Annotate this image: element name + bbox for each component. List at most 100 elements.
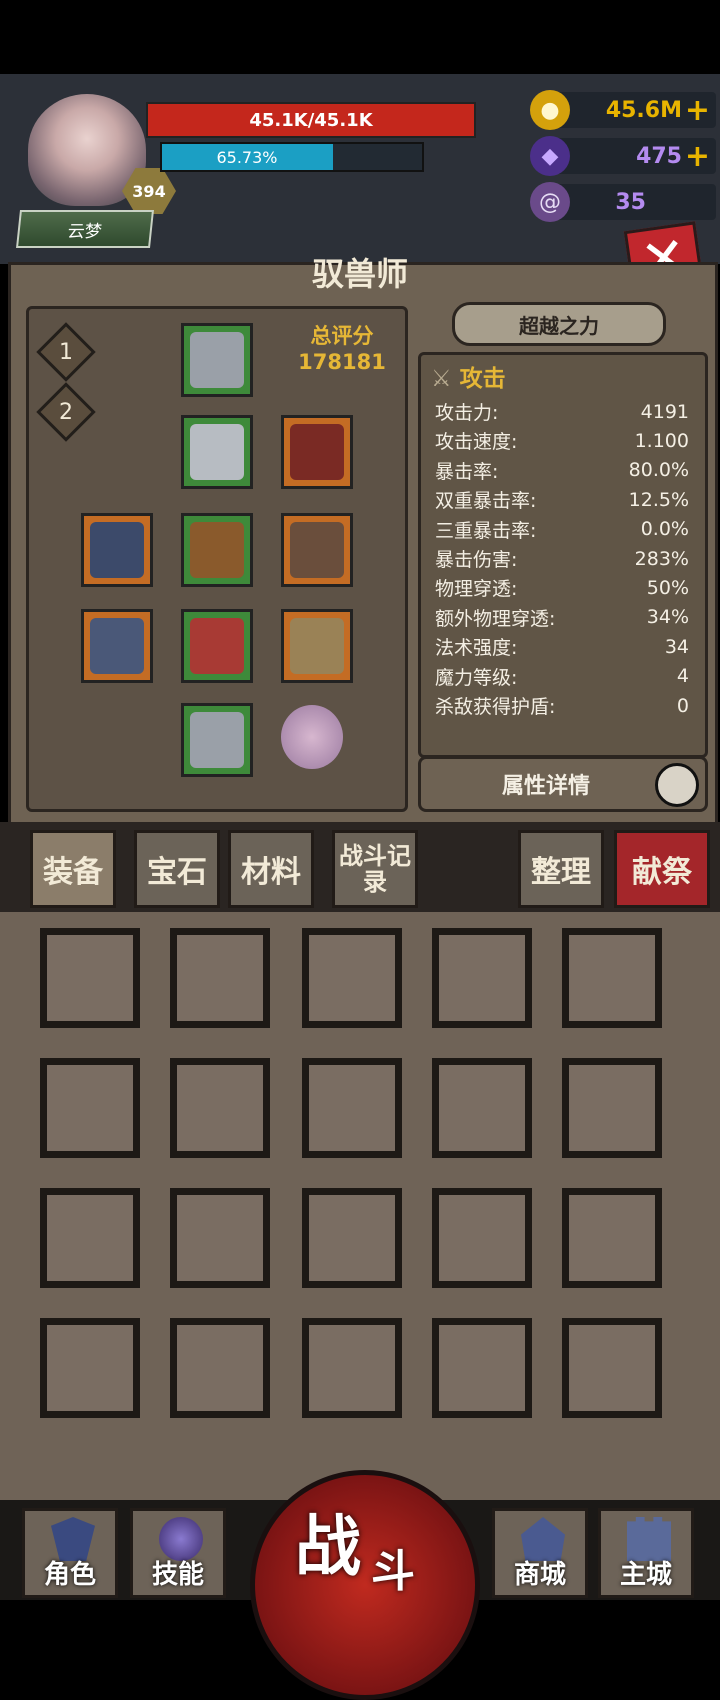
inventory-slot[interactable] [562,1188,662,1288]
crystal-icon: ◆ [530,136,570,176]
stat-row: 物理穿透: 50% [435,573,689,602]
offhand-slot[interactable] [281,609,353,683]
stat-label: 三重暴击率: [435,519,537,542]
stat-label: 物理穿透: [435,578,518,601]
belt-slot[interactable] [181,513,253,587]
inventory-slot[interactable] [40,1188,140,1288]
gold-value: 45.6M [605,97,682,123]
horn-counter: @ 35 [530,182,716,222]
stat-row: 法术强度: 34 [435,632,689,661]
inventory-slot[interactable] [170,1058,270,1158]
stat-label: 暴击伤害: [435,549,518,571]
stat-label: 杀敌获得护盾: [435,696,556,718]
fight-button[interactable]: 战 斗 [250,1470,480,1700]
attribute-details-button[interactable]: 属性详情 [418,756,708,812]
transcend-button[interactable]: 超越之力 [452,302,666,346]
necklace-slot[interactable] [281,513,353,587]
belt-icon [190,522,244,578]
stat-row: 暴击率: 80.0% [435,456,689,485]
stat-row: 攻击速度: 1.100 [435,426,689,455]
sort-button[interactable]: 整理 [518,830,604,908]
tab-gems[interactable]: 宝石 [134,830,220,908]
tab-equipment[interactable]: 装备 [30,830,116,908]
whip-icon [90,522,144,578]
inventory-slot[interactable] [170,1188,270,1288]
horn-value: 35 [615,189,646,215]
xp-percent: 65.73% [216,147,278,167]
nav-skills[interactable]: 技能 [130,1508,226,1598]
stat-row: 暴击伤害: 283% [435,544,689,573]
inventory-slot[interactable] [302,928,402,1028]
inventory-slot[interactable] [302,1188,402,1288]
inventory-slot[interactable] [40,1318,140,1418]
armor-icon [190,424,244,480]
stats-panel[interactable]: ⚔ 攻击 攻击力: 4191 攻击速度: 1.100 暴击率: 80.0% 双重暴击率: 12… [418,352,708,758]
stat-value: 34% [646,606,689,629]
nav-character[interactable]: 角色 [22,1508,118,1598]
search-icon [655,763,699,807]
stat-value: 80.0% [628,459,689,482]
stat-row: 魔力等级: 4 [435,662,689,691]
loadout-tab-1[interactable]: 1 [36,322,96,382]
score-label: 总评分 [310,324,374,348]
nav-skills-label: 技能 [151,1560,204,1590]
weapon-slot[interactable] [81,513,153,587]
gloves-icon [190,618,244,674]
stat-value: 0.0% [640,518,689,541]
inventory-slot[interactable] [432,1188,532,1288]
pet-slot[interactable] [281,415,353,489]
inventory-slot[interactable] [40,928,140,1028]
claw-icon [290,618,344,674]
tab-materials[interactable]: 材料 [228,830,314,908]
inventory-slot[interactable] [562,928,662,1028]
inventory-slot[interactable] [302,1058,402,1158]
loadout-tab-label: 1 [59,339,73,365]
stats-header-label: 攻击 [459,366,506,392]
stat-value: 1.100 [634,429,689,452]
crossed-swords-icon: ⚔ [431,366,452,392]
inventory-slot[interactable] [432,1058,532,1158]
gloves-slot[interactable] [181,609,253,683]
stat-label: 额外物理穿透: [435,607,556,630]
inventory-slot[interactable] [562,1318,662,1418]
stat-label: 双重暴击率: [435,490,537,513]
inventory-slot[interactable] [40,1058,140,1158]
inventory-slot[interactable] [170,1318,270,1418]
stat-value: 283% [634,547,689,570]
inventory-slot[interactable] [432,928,532,1028]
armor-slot[interactable] [181,415,253,489]
ram-horn-icon: @ [530,182,570,222]
nav-shop[interactable]: 商城 [492,1508,588,1598]
bow-icon [90,618,144,674]
sacrifice-button[interactable]: 献祭 [614,830,710,908]
stat-value: 12.5% [628,488,689,511]
loadout-tab-2[interactable]: 2 [36,382,96,442]
seal-icon[interactable] [281,705,343,769]
stat-label: 攻击力: [435,402,499,424]
stat-row: 杀敌获得护盾: 0 [435,691,689,720]
coin-icon: ● [530,90,570,130]
loadout-tab-label: 2 [59,399,73,425]
stat-label: 暴击率: [435,460,499,483]
tab-battle-log[interactable]: 战斗记录 [332,830,418,908]
inventory-slot[interactable] [562,1058,662,1158]
fight-label: 战 [295,1508,361,1585]
helmet-slot[interactable] [181,323,253,397]
add-gold-button[interactable]: + [685,92,710,128]
bow-slot[interactable] [81,609,153,683]
inventory-slot[interactable] [432,1318,532,1418]
equipment-area: 1 2 [26,306,408,812]
gold-counter: ● 45.6M + [530,90,716,130]
nav-main-city[interactable]: 主城 [598,1508,694,1598]
add-gem-button[interactable]: + [685,138,710,174]
inventory-slot[interactable] [170,928,270,1028]
stat-value: 4 [676,665,689,688]
fight-label-2: 斗 [371,1546,415,1597]
stat-value: 4191 [640,400,689,423]
stat-row: 三重暴击率: 0.0% [435,515,689,544]
boots-slot[interactable] [181,703,253,777]
nav-character-label: 角色 [43,1560,96,1590]
xp-bar: 65.73% [160,142,424,172]
oni-pet-icon [290,424,344,480]
inventory-slot[interactable] [302,1318,402,1418]
